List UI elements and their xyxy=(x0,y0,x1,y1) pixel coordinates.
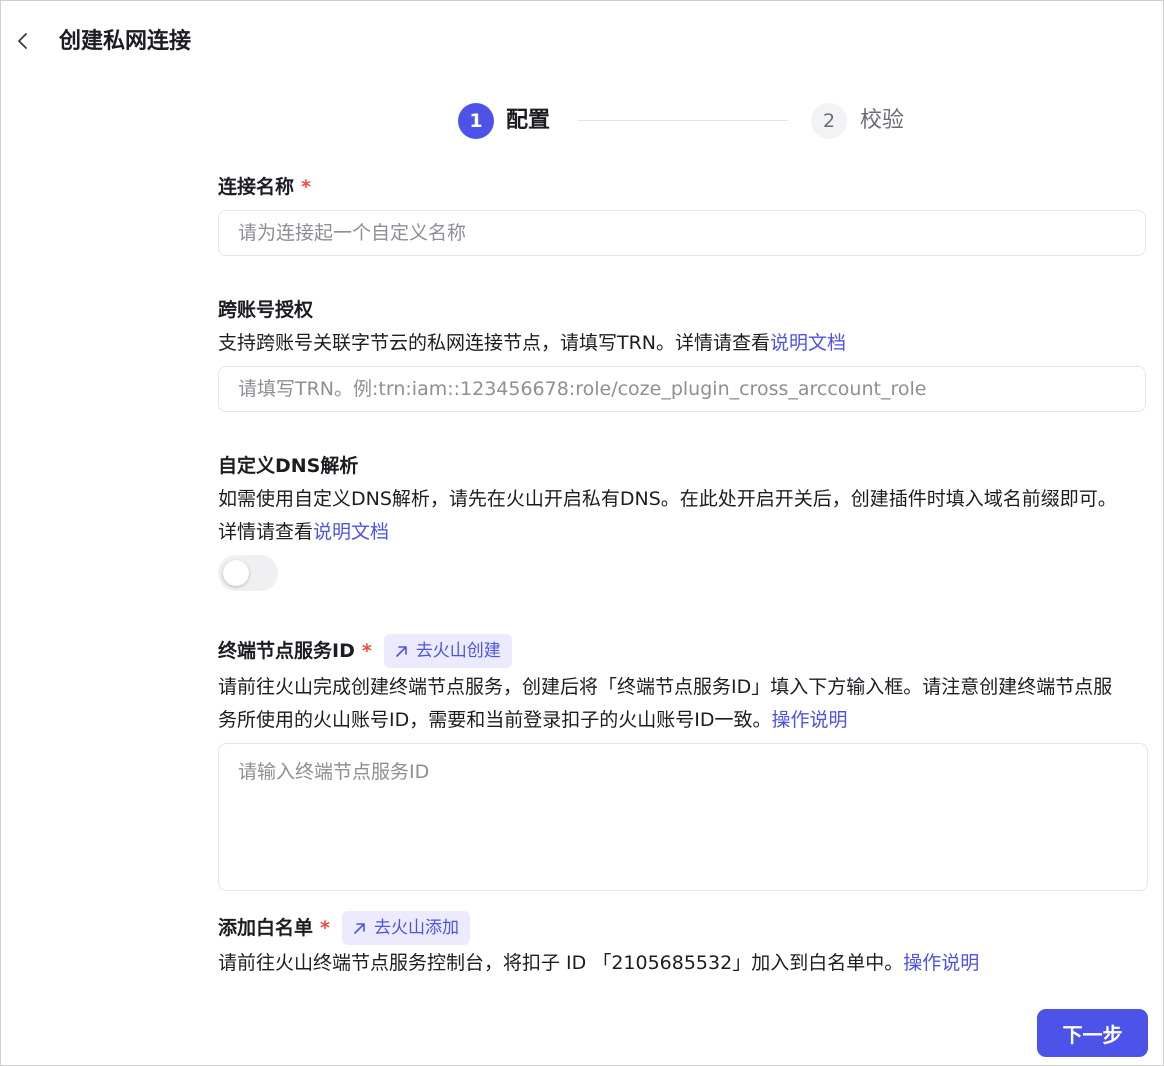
whitelist-help-link[interactable]: 操作说明 xyxy=(903,952,979,974)
cross-account-description: 支持跨账号关联字节云的私网连接节点，请填写TRN。详情请查看说明文档 xyxy=(218,327,1128,360)
endpoint-service-label-text: 终端节点服务ID xyxy=(218,640,355,662)
go-volcano-create-button[interactable]: 去火山创建 xyxy=(383,634,512,668)
go-volcano-create-label: 去火山创建 xyxy=(415,641,501,661)
arrow-up-right-icon xyxy=(354,922,365,934)
page-header: 创建私网连接 xyxy=(1,1,1163,83)
connection-name-label: 连接名称 * xyxy=(218,173,311,201)
create-private-connection-page: 创建私网连接 1 配置 2 校验 连接名称 * 跨账号授权 支持跨账号关联字节云… xyxy=(0,0,1164,1066)
whitelist-label-text: 添加白名单 xyxy=(218,917,314,939)
connection-name-label-text: 连接名称 xyxy=(218,176,295,198)
back-button[interactable] xyxy=(9,27,37,55)
endpoint-service-help-link[interactable]: 操作说明 xyxy=(771,709,847,731)
step-2-number: 2 xyxy=(811,103,847,139)
trn-input[interactable] xyxy=(218,366,1146,412)
whitelist-description-text: 请前往火山终端节点服务控制台，将扣子 ID 「2105685532」加入到白名单… xyxy=(218,952,904,974)
required-mark: * xyxy=(301,176,311,198)
custom-dns-doc-link[interactable]: 说明文档 xyxy=(313,521,389,543)
next-step-button[interactable]: 下一步 xyxy=(1037,1009,1148,1057)
step-1-number: 1 xyxy=(458,103,494,139)
whitelist-label: 添加白名单 * 去火山添加 xyxy=(218,911,470,945)
cross-account-label: 跨账号授权 xyxy=(218,296,313,324)
go-volcano-add-button[interactable]: 去火山添加 xyxy=(341,911,470,945)
endpoint-service-label: 终端节点服务ID * 去火山创建 xyxy=(218,634,512,668)
step-connector xyxy=(578,120,788,121)
custom-dns-label-text: 自定义DNS解析 xyxy=(218,455,359,477)
arrow-up-right-icon xyxy=(395,645,407,657)
required-mark: * xyxy=(320,917,330,939)
required-mark: * xyxy=(361,640,372,662)
go-volcano-add-label: 去火山添加 xyxy=(373,918,459,938)
page-title: 创建私网连接 xyxy=(59,29,192,54)
chevron-left-icon xyxy=(18,33,27,49)
custom-dns-toggle[interactable] xyxy=(218,555,278,591)
step-1-label: 配置 xyxy=(506,108,551,133)
custom-dns-label: 自定义DNS解析 xyxy=(218,452,358,480)
cross-account-description-text: 支持跨账号关联字节云的私网连接节点，请填写TRN。详情请查看 xyxy=(218,332,771,354)
stepper: 1 配置 2 校验 xyxy=(1,101,1163,141)
endpoint-service-id-input[interactable] xyxy=(218,743,1148,891)
endpoint-service-description: 请前往火山完成创建终端节点服务，创建后将「终端节点服务ID」填入下方输入框。请注… xyxy=(218,671,1128,737)
step-2-label: 校验 xyxy=(860,108,905,133)
whitelist-description: 请前往火山终端节点服务控制台，将扣子 ID 「2105685532」加入到白名单… xyxy=(218,947,1128,980)
cross-account-doc-link[interactable]: 说明文档 xyxy=(770,332,846,354)
connection-name-input[interactable] xyxy=(218,210,1146,256)
custom-dns-description: 如需使用自定义DNS解析，请先在火山开启私有DNS。在此处开启开关后，创建插件时… xyxy=(218,483,1128,549)
cross-account-label-text: 跨账号授权 xyxy=(218,299,314,321)
toggle-knob xyxy=(223,560,249,586)
endpoint-service-description-text: 请前往火山完成创建终端节点服务，创建后将「终端节点服务ID」填入下方输入框。请注… xyxy=(218,676,1113,731)
